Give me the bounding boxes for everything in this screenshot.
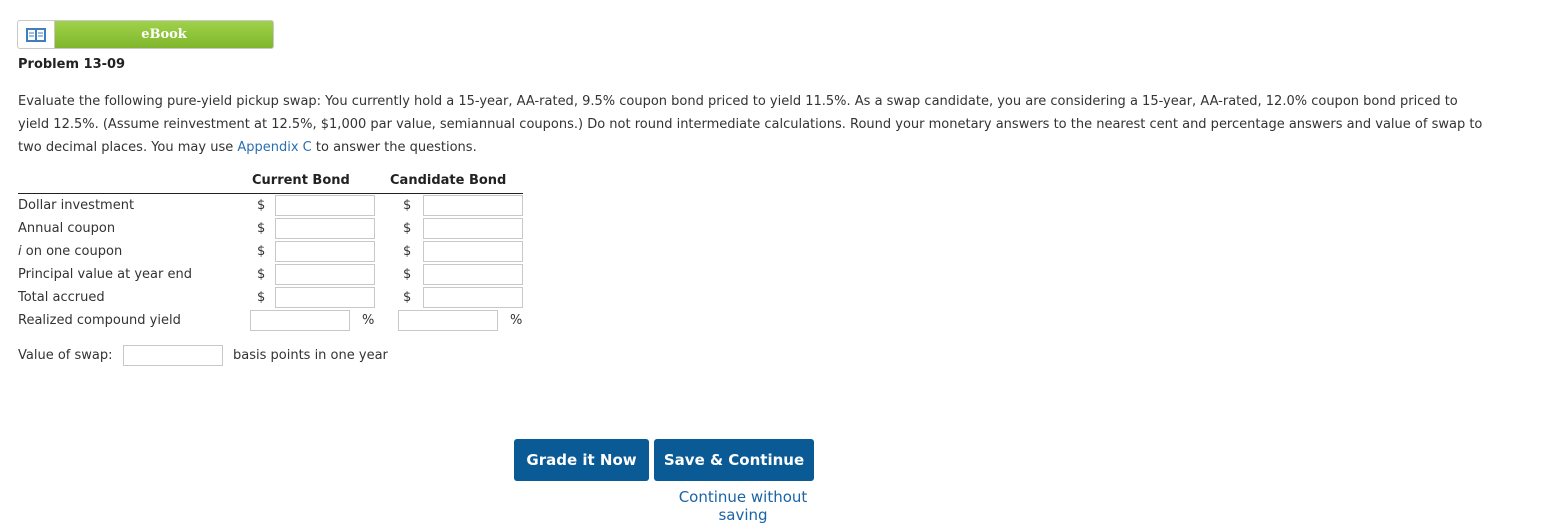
currency-symbol: $ bbox=[257, 244, 266, 259]
currency-symbol: $ bbox=[403, 290, 412, 305]
ebook-button[interactable]: eBook bbox=[17, 20, 274, 49]
currency-symbol: $ bbox=[403, 221, 412, 236]
percent-symbol: % bbox=[510, 313, 523, 328]
current-realized-yield-input[interactable] bbox=[250, 310, 350, 331]
question-line-3: two decimal places. You may use Appendix… bbox=[18, 136, 1538, 159]
row-label-dollar-investment: Dollar investment bbox=[18, 198, 135, 213]
ebook-label: eBook bbox=[55, 21, 273, 48]
header-divider bbox=[18, 193, 523, 194]
column-header-candidate-bond: Candidate Bond bbox=[390, 173, 507, 188]
value-of-swap-input[interactable] bbox=[123, 345, 223, 366]
column-header-current-bond: Current Bond bbox=[252, 173, 350, 188]
appendix-c-link[interactable]: Appendix C bbox=[237, 140, 311, 155]
current-i-on-one-coupon-input[interactable] bbox=[275, 241, 375, 262]
value-of-swap-label: Value of swap: bbox=[18, 348, 113, 363]
current-dollar-investment-input[interactable] bbox=[275, 195, 375, 216]
question-text: Evaluate the following pure-yield pickup… bbox=[18, 90, 1538, 159]
candidate-total-accrued-input[interactable] bbox=[423, 287, 523, 308]
current-principal-value-input[interactable] bbox=[275, 264, 375, 285]
grade-it-now-button[interactable]: Grade it Now bbox=[514, 439, 649, 481]
question-line-2: yield 12.5%. (Assume reinvestment at 12.… bbox=[18, 117, 1483, 132]
question-line-1: Evaluate the following pure-yield pickup… bbox=[18, 94, 1458, 109]
continue-without-saving-link[interactable]: Continue without saving bbox=[654, 488, 832, 524]
currency-symbol: $ bbox=[257, 198, 266, 213]
currency-symbol: $ bbox=[403, 244, 412, 259]
currency-symbol: $ bbox=[403, 267, 412, 282]
row-label-rest: on one coupon bbox=[21, 244, 123, 259]
row-label-i-on-one-coupon: i on one coupon bbox=[18, 244, 122, 259]
book-icon bbox=[18, 21, 55, 48]
row-label-total-accrued: Total accrued bbox=[18, 290, 105, 305]
row-label-principal-value: Principal value at year end bbox=[18, 267, 192, 282]
candidate-i-on-one-coupon-input[interactable] bbox=[423, 241, 523, 262]
currency-symbol: $ bbox=[403, 198, 412, 213]
currency-symbol: $ bbox=[257, 221, 266, 236]
currency-symbol: $ bbox=[257, 290, 266, 305]
current-annual-coupon-input[interactable] bbox=[275, 218, 375, 239]
percent-symbol: % bbox=[362, 313, 375, 328]
row-label-realized-compound-yield: Realized compound yield bbox=[18, 313, 181, 328]
row-label-annual-coupon: Annual coupon bbox=[18, 221, 116, 236]
question-line-3-pre: two decimal places. You may use bbox=[18, 140, 238, 155]
currency-symbol: $ bbox=[257, 267, 266, 282]
candidate-annual-coupon-input[interactable] bbox=[423, 218, 523, 239]
candidate-principal-value-input[interactable] bbox=[423, 264, 523, 285]
save-and-continue-button[interactable]: Save & Continue bbox=[654, 439, 814, 481]
question-line-3-post: to answer the questions. bbox=[311, 140, 477, 155]
current-total-accrued-input[interactable] bbox=[275, 287, 375, 308]
problem-title: Problem 13-09 bbox=[18, 57, 126, 72]
value-of-swap-suffix: basis points in one year bbox=[233, 348, 388, 363]
candidate-realized-yield-input[interactable] bbox=[398, 310, 498, 331]
candidate-dollar-investment-input[interactable] bbox=[423, 195, 523, 216]
